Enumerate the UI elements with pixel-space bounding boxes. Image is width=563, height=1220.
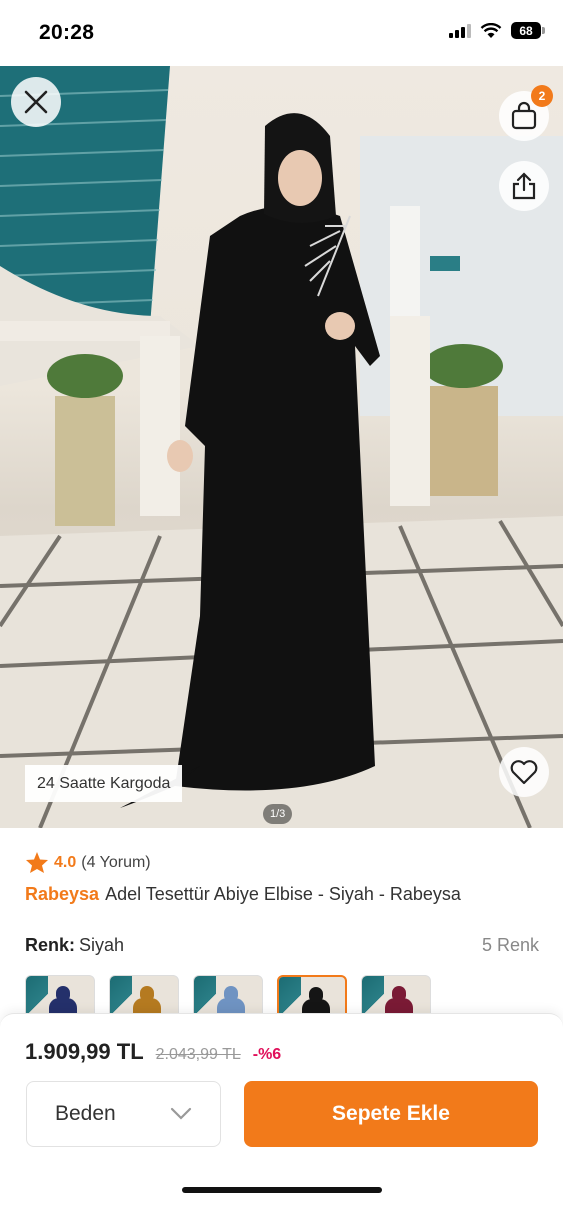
product-photo: [0, 66, 563, 828]
rating-value: 4.0: [54, 853, 77, 871]
home-indicator[interactable]: [182, 1187, 382, 1193]
discount-badge: -%6: [252, 1046, 282, 1063]
chevron-down-icon: [170, 1107, 192, 1120]
status-time: 20:28: [39, 21, 95, 44]
old-price: 2.043,99 TL: [155, 1046, 241, 1063]
status-bar: 20:28 68: [0, 0, 563, 66]
cart-count-badge: 2: [531, 85, 553, 107]
color-count: 5 Renk: [481, 935, 539, 955]
color-value: Siyah: [79, 935, 125, 955]
product-name: Adel Tesettür Abiye Elbise - Siyah - Rab…: [105, 884, 461, 904]
image-page-indicator: 1/3: [263, 804, 293, 824]
color-row: Renk: Siyah 5 Renk: [25, 935, 539, 956]
status-icons: 68: [449, 22, 545, 39]
brand-link[interactable]: Rabeysa: [25, 884, 99, 904]
favorite-button[interactable]: [499, 747, 549, 797]
share-button[interactable]: [499, 161, 549, 211]
shipping-badge: 24 Saatte Kargoda: [25, 765, 183, 802]
review-count-link[interactable]: (4 Yorum): [81, 854, 150, 872]
close-button[interactable]: [11, 77, 61, 127]
heart-icon: [510, 760, 538, 785]
shopping-bag-icon: [511, 101, 537, 130]
star-icon: [26, 852, 48, 873]
product-image-gallery[interactable]: 2 24 Saatte Kargoda 1/3: [0, 66, 563, 828]
product-title: Rabeysa Adel Tesettür Abiye Elbise - Siya…: [25, 884, 461, 905]
cart-button[interactable]: 2: [499, 85, 553, 141]
close-icon: [24, 90, 48, 114]
current-price: 1.909,99 TL: [25, 1039, 144, 1064]
share-icon: [512, 172, 536, 200]
size-select-label: Beden: [55, 1102, 116, 1125]
color-label: Renk:: [25, 935, 76, 955]
cellular-signal-icon: [449, 23, 471, 38]
add-to-cart-button[interactable]: Sepete Ekle: [244, 1081, 538, 1147]
rating-row[interactable]: 4.0 (4 Yorum): [25, 851, 151, 874]
wifi-icon: [480, 22, 502, 38]
battery-indicator: 68: [511, 22, 545, 39]
price-row: 1.909,99 TL 2.043,99 TL -%6: [25, 1039, 281, 1065]
size-select[interactable]: Beden: [26, 1081, 221, 1147]
